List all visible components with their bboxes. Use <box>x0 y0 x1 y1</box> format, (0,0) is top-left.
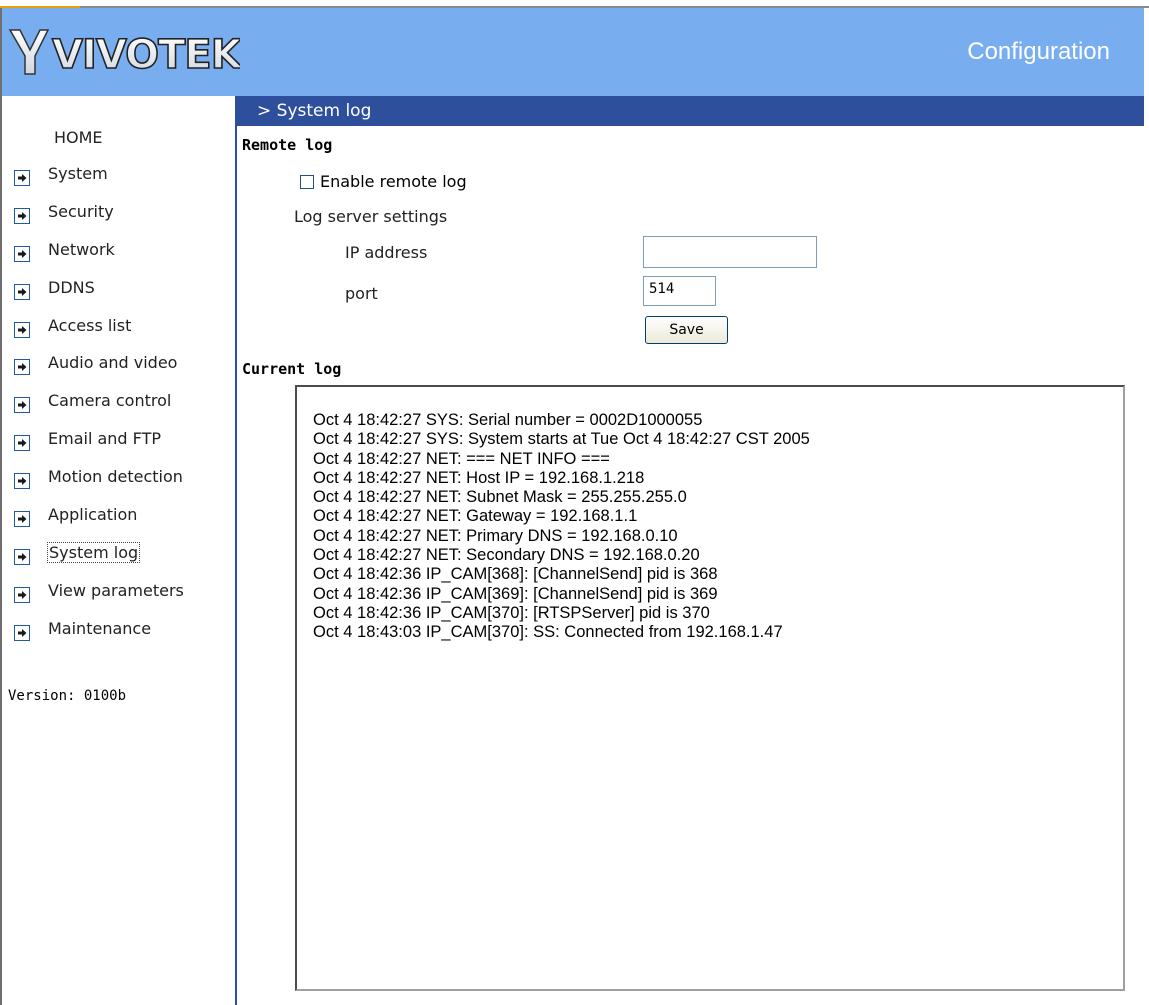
sidebar-item-access-list[interactable]: Access list <box>2 316 235 354</box>
sidebar: HOME System Security Network DDNS Access lis… <box>2 96 237 1005</box>
arrow-right-icon <box>14 170 30 186</box>
log-line: Oct 4 18:42:27 SYS: Serial number = 0002… <box>313 411 703 429</box>
sidebar-item-label[interactable]: Audio and video <box>48 353 177 372</box>
sidebar-item-label[interactable]: System log <box>47 541 141 563</box>
arrow-right-icon <box>14 359 30 376</box>
port-input[interactable]: 514 <box>643 276 716 306</box>
sidebar-item-label[interactable]: View parameters <box>48 581 184 600</box>
log-line: Oct 4 18:42:36 IP_CAM[369]: [ChannelSend… <box>313 584 718 603</box>
sidebar-item-label[interactable]: DDNS <box>48 278 95 297</box>
sidebar-item-system-log[interactable]: System log <box>2 541 235 581</box>
enable-remote-log-label[interactable]: Enable remote log <box>320 172 467 191</box>
sidebar-item-email-and-ftp[interactable]: Email and FTP <box>2 429 235 467</box>
sidebar-home-link[interactable]: HOME <box>54 128 103 147</box>
arrow-right-icon <box>14 207 30 224</box>
sidebar-item-application[interactable]: Application <box>2 505 235 543</box>
port-label: port <box>345 284 378 303</box>
remote-log-heading: Remote log <box>242 136 333 154</box>
ip-address-input[interactable] <box>643 236 817 268</box>
log-line: Oct 4 18:42:27 NET: Subnet Mask = 255.25… <box>313 488 687 507</box>
current-log-heading: Current log <box>242 360 342 378</box>
sidebar-item-view-parameters[interactable]: View parameters <box>2 581 235 619</box>
sidebar-item-ddns[interactable]: DDNS <box>2 278 235 316</box>
arrow-right-icon <box>14 473 30 490</box>
log-line: Oct 4 18:42:27 SYS: System starts at Tue… <box>313 430 810 449</box>
sidebar-item-network[interactable]: Network <box>2 240 235 278</box>
current-log-textarea[interactable]: Oct 4 18:42:27 SYS: Serial number = 0002… <box>295 385 1125 991</box>
log-server-settings-label: Log server settings <box>294 207 448 226</box>
sidebar-item-label[interactable]: Email and FTP <box>48 429 161 448</box>
log-line: Oct 4 18:42:27 NET: Secondary DNS = 192.… <box>313 546 700 565</box>
log-line: Oct 4 18:42:36 IP_CAM[370]: [RTSPServer]… <box>313 603 710 622</box>
sidebar-item-system[interactable]: System <box>2 164 235 202</box>
arrow-right-icon <box>14 283 30 300</box>
configuration-title: Configuration <box>967 38 1110 65</box>
arrow-right-icon <box>14 435 30 452</box>
sidebar-item-security[interactable]: Security <box>2 202 235 240</box>
sidebar-item-audio-and-video[interactable]: Audio and video <box>2 353 235 391</box>
log-line: Oct 4 18:42:27 NET: Primary DNS = 192.16… <box>313 526 678 545</box>
sidebar-item-label[interactable]: Security <box>48 202 114 221</box>
arrow-right-icon <box>14 548 30 565</box>
log-line: Oct 4 18:43:03 IP_CAM[370]: SS: Connecte… <box>313 623 783 642</box>
log-line: Oct 4 18:42:27 NET: Gateway = 192.168.1.… <box>313 507 638 526</box>
vivotek-logo[interactable]: VIVOTEK <box>8 24 240 78</box>
sidebar-item-label[interactable]: Maintenance <box>48 619 151 638</box>
page-title-bar: > System log <box>237 96 1144 126</box>
log-line: Oct 4 18:42:36 IP_CAM[368]: [ChannelSend… <box>313 565 718 584</box>
arrow-right-icon <box>14 586 30 603</box>
ip-address-label: IP address <box>345 243 428 262</box>
log-line: Oct 4 18:42:27 NET: === NET INFO === <box>313 449 610 468</box>
arrow-right-icon <box>14 321 30 338</box>
header-banner: VIVOTEK Configuration <box>2 8 1144 96</box>
arrow-right-icon <box>14 511 30 528</box>
sidebar-item-camera-control[interactable]: Camera control <box>2 391 235 429</box>
sidebar-item-motion-detection[interactable]: Motion detection <box>2 467 235 505</box>
enable-remote-log-checkbox[interactable] <box>300 174 314 189</box>
sidebar-menu: System Security Network DDNS Access list Audi… <box>2 164 235 657</box>
sidebar-item-label[interactable]: Motion detection <box>48 467 183 486</box>
arrow-right-icon <box>14 624 30 641</box>
sidebar-item-label[interactable]: Camera control <box>48 391 171 410</box>
sidebar-item-label[interactable]: Access list <box>48 316 131 335</box>
sidebar-item-label[interactable]: Application <box>48 505 137 524</box>
sidebar-item-label[interactable]: System <box>48 164 108 183</box>
sidebar-item-label[interactable]: Network <box>48 240 115 259</box>
sidebar-item-maintenance[interactable]: Maintenance <box>2 619 235 657</box>
svg-text:VIVOTEK: VIVOTEK <box>52 32 240 78</box>
save-button[interactable]: Save <box>645 316 728 344</box>
firmware-version: Version: 0100b <box>8 688 127 704</box>
arrow-right-icon <box>14 245 30 262</box>
log-line: Oct 4 18:42:27 NET: Host IP = 192.168.1.… <box>313 468 645 487</box>
arrow-right-icon <box>14 397 30 414</box>
enable-remote-log-row[interactable]: Enable remote log <box>300 172 467 191</box>
